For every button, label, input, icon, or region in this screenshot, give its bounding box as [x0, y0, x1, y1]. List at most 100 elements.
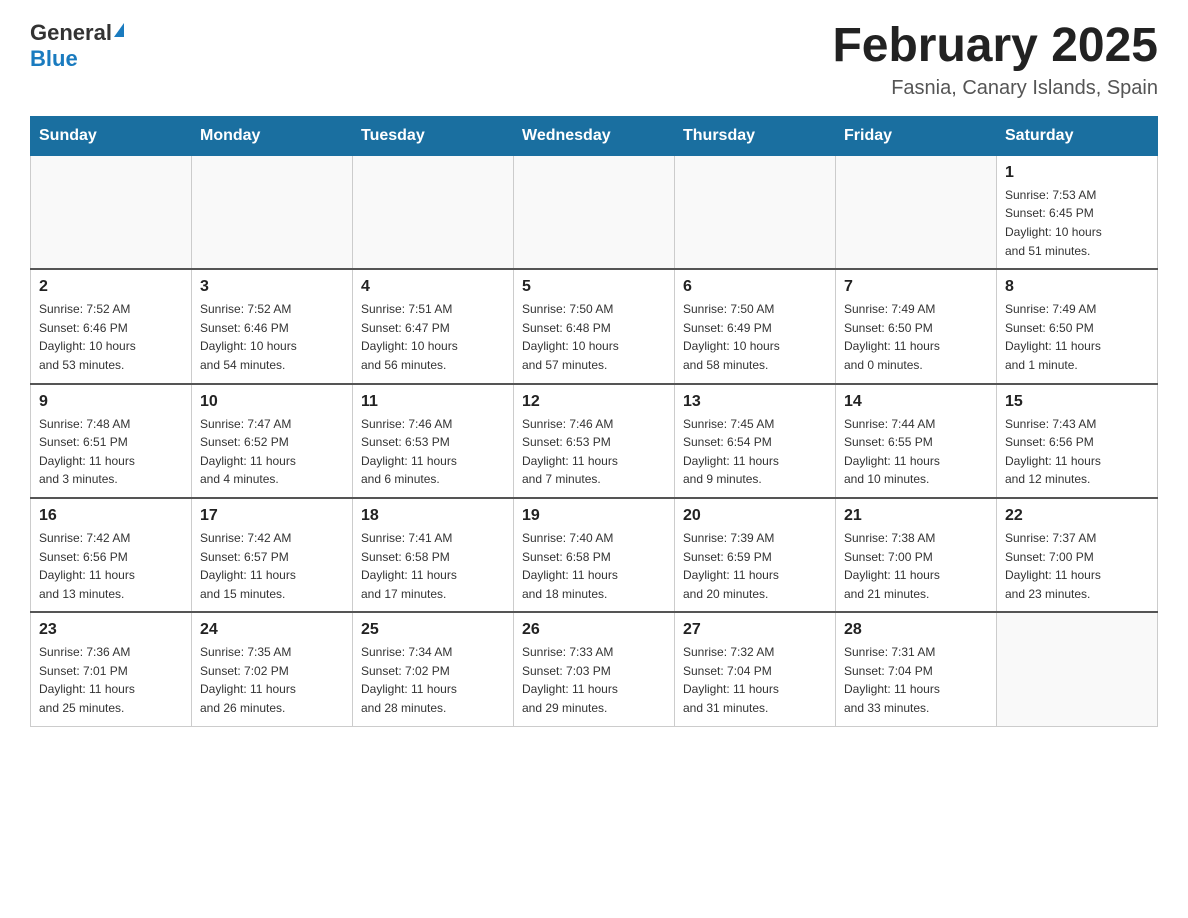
table-row: 8Sunrise: 7:49 AM Sunset: 6:50 PM Daylig… — [997, 269, 1158, 383]
header-saturday: Saturday — [997, 116, 1158, 155]
table-row: 14 Sunrise: 7:44 AM Sunset: 6:55 PM Dayli… — [836, 384, 997, 498]
day-info: Sunrise: 7:32 AM Sunset: 7:04 PM Dayligh… — [683, 643, 827, 717]
table-row: 1 Sunrise: 7:53 AM Sunset: 6:45 PM Daylig… — [997, 155, 1158, 269]
day-info: Sunrise: 7:38 AM Sunset: 7:00 PM Dayligh… — [844, 529, 988, 603]
header-sunday: Sunday — [31, 116, 192, 155]
day-info: Sunrise: 7:45 AM Sunset: 6:54 PM Dayligh… — [683, 415, 827, 489]
day-info: Sunrise: 7:53 AM Sunset: 6:45 PM Dayligh… — [1005, 186, 1149, 260]
day-number: 6 — [683, 278, 827, 296]
table-row: 2 Sunrise: 7:52 AM Sunset: 6:46 PM Daylig… — [31, 269, 192, 383]
day-number: 2 — [39, 278, 183, 296]
day-info: Sunrise: 7:41 AM Sunset: 6:58 PM Dayligh… — [361, 529, 505, 603]
day-number: 27 — [683, 621, 827, 639]
day-number: 5 — [522, 278, 666, 296]
day-number: 23 — [39, 621, 183, 639]
header-tuesday: Tuesday — [353, 116, 514, 155]
table-row: 10 Sunrise: 7:47 AM Sunset: 6:52 PM Dayli… — [192, 384, 353, 498]
day-info: Sunrise: 7:36 AM Sunset: 7:01 PM Dayligh… — [39, 643, 183, 717]
day-number: 13 — [683, 393, 827, 411]
table-row: 6 Sunrise: 7:50 AM Sunset: 6:49 PM Daylig… — [675, 269, 836, 383]
table-row: 9 Sunrise: 7:48 AM Sunset: 6:51 PM Daylig… — [31, 384, 192, 498]
table-row: 25 Sunrise: 7:34 AM Sunset: 7:02 PM Dayli… — [353, 612, 514, 726]
day-number: 26 — [522, 621, 666, 639]
page-header: General Blue February 2025 Fasnia, Canar… — [30, 20, 1158, 100]
table-row — [836, 155, 997, 269]
day-number: 4 — [361, 278, 505, 296]
day-number: 16 — [39, 507, 183, 525]
day-info: Sunrise: 7:46 AM Sunset: 6:53 PM Dayligh… — [361, 415, 505, 489]
day-number: 24 — [200, 621, 344, 639]
table-row: 15Sunrise: 7:43 AM Sunset: 6:56 PM Dayli… — [997, 384, 1158, 498]
table-row: 24 Sunrise: 7:35 AM Sunset: 7:02 PM Dayli… — [192, 612, 353, 726]
logo: General Blue — [30, 20, 124, 72]
table-row — [675, 155, 836, 269]
day-number: 7 — [844, 278, 988, 296]
header-thursday: Thursday — [675, 116, 836, 155]
calendar-week-row: 23 Sunrise: 7:36 AM Sunset: 7:01 PM Dayli… — [31, 612, 1158, 726]
table-row: 18 Sunrise: 7:41 AM Sunset: 6:58 PM Dayli… — [353, 498, 514, 612]
day-info: Sunrise: 7:33 AM Sunset: 7:03 PM Dayligh… — [522, 643, 666, 717]
table-row: 7Sunrise: 7:49 AM Sunset: 6:50 PM Daylig… — [836, 269, 997, 383]
day-info: Sunrise: 7:42 AM Sunset: 6:57 PM Dayligh… — [200, 529, 344, 603]
day-number: 14 — [844, 393, 988, 411]
table-row — [997, 612, 1158, 726]
day-info: Sunrise: 7:35 AM Sunset: 7:02 PM Dayligh… — [200, 643, 344, 717]
calendar-header-row: Sunday Monday Tuesday Wednesday Thursday… — [31, 116, 1158, 155]
day-number: 25 — [361, 621, 505, 639]
location-subtitle: Fasnia, Canary Islands, Spain — [832, 77, 1158, 100]
day-info: Sunrise: 7:39 AM Sunset: 6:59 PM Dayligh… — [683, 529, 827, 603]
table-row: 3 Sunrise: 7:52 AM Sunset: 6:46 PM Daylig… — [192, 269, 353, 383]
table-row: 11Sunrise: 7:46 AM Sunset: 6:53 PM Dayli… — [353, 384, 514, 498]
day-number: 22 — [1005, 507, 1149, 525]
table-row: 26 Sunrise: 7:33 AM Sunset: 7:03 PM Dayli… — [514, 612, 675, 726]
day-info: Sunrise: 7:52 AM Sunset: 6:46 PM Dayligh… — [200, 300, 344, 374]
month-title: February 2025 — [832, 20, 1158, 73]
table-row — [353, 155, 514, 269]
table-row: 19Sunrise: 7:40 AM Sunset: 6:58 PM Dayli… — [514, 498, 675, 612]
day-info: Sunrise: 7:42 AM Sunset: 6:56 PM Dayligh… — [39, 529, 183, 603]
table-row: 13 Sunrise: 7:45 AM Sunset: 6:54 PM Dayli… — [675, 384, 836, 498]
table-row: 16 Sunrise: 7:42 AM Sunset: 6:56 PM Dayli… — [31, 498, 192, 612]
calendar-table: Sunday Monday Tuesday Wednesday Thursday… — [30, 116, 1158, 727]
day-info: Sunrise: 7:52 AM Sunset: 6:46 PM Dayligh… — [39, 300, 183, 374]
calendar-week-row: 16 Sunrise: 7:42 AM Sunset: 6:56 PM Dayli… — [31, 498, 1158, 612]
header-friday: Friday — [836, 116, 997, 155]
table-row: 22Sunrise: 7:37 AM Sunset: 7:00 PM Dayli… — [997, 498, 1158, 612]
day-number: 1 — [1005, 164, 1149, 182]
day-info: Sunrise: 7:44 AM Sunset: 6:55 PM Dayligh… — [844, 415, 988, 489]
day-info: Sunrise: 7:34 AM Sunset: 7:02 PM Dayligh… — [361, 643, 505, 717]
day-info: Sunrise: 7:47 AM Sunset: 6:52 PM Dayligh… — [200, 415, 344, 489]
day-info: Sunrise: 7:49 AM Sunset: 6:50 PM Dayligh… — [1005, 300, 1149, 374]
table-row: 23 Sunrise: 7:36 AM Sunset: 7:01 PM Dayli… — [31, 612, 192, 726]
calendar-week-row: 1 Sunrise: 7:53 AM Sunset: 6:45 PM Daylig… — [31, 155, 1158, 269]
table-row: 17 Sunrise: 7:42 AM Sunset: 6:57 PM Dayli… — [192, 498, 353, 612]
table-row: 28 Sunrise: 7:31 AM Sunset: 7:04 PM Dayli… — [836, 612, 997, 726]
table-row: 20Sunrise: 7:39 AM Sunset: 6:59 PM Dayli… — [675, 498, 836, 612]
logo-blue-text: Blue — [30, 46, 78, 72]
day-number: 9 — [39, 393, 183, 411]
header-monday: Monday — [192, 116, 353, 155]
day-info: Sunrise: 7:31 AM Sunset: 7:04 PM Dayligh… — [844, 643, 988, 717]
calendar-week-row: 9 Sunrise: 7:48 AM Sunset: 6:51 PM Daylig… — [31, 384, 1158, 498]
day-number: 21 — [844, 507, 988, 525]
table-row: 4 Sunrise: 7:51 AM Sunset: 6:47 PM Daylig… — [353, 269, 514, 383]
table-row — [31, 155, 192, 269]
day-number: 10 — [200, 393, 344, 411]
table-row: 27 Sunrise: 7:32 AM Sunset: 7:04 PM Dayli… — [675, 612, 836, 726]
day-number: 3 — [200, 278, 344, 296]
logo-arrow-icon — [114, 23, 124, 37]
day-info: Sunrise: 7:48 AM Sunset: 6:51 PM Dayligh… — [39, 415, 183, 489]
day-info: Sunrise: 7:50 AM Sunset: 6:49 PM Dayligh… — [683, 300, 827, 374]
day-number: 28 — [844, 621, 988, 639]
day-info: Sunrise: 7:43 AM Sunset: 6:56 PM Dayligh… — [1005, 415, 1149, 489]
day-number: 12 — [522, 393, 666, 411]
day-number: 17 — [200, 507, 344, 525]
day-info: Sunrise: 7:40 AM Sunset: 6:58 PM Dayligh… — [522, 529, 666, 603]
header-wednesday: Wednesday — [514, 116, 675, 155]
day-number: 18 — [361, 507, 505, 525]
day-info: Sunrise: 7:51 AM Sunset: 6:47 PM Dayligh… — [361, 300, 505, 374]
table-row — [192, 155, 353, 269]
logo-general-text: General — [30, 20, 112, 46]
table-row — [514, 155, 675, 269]
day-info: Sunrise: 7:46 AM Sunset: 6:53 PM Dayligh… — [522, 415, 666, 489]
